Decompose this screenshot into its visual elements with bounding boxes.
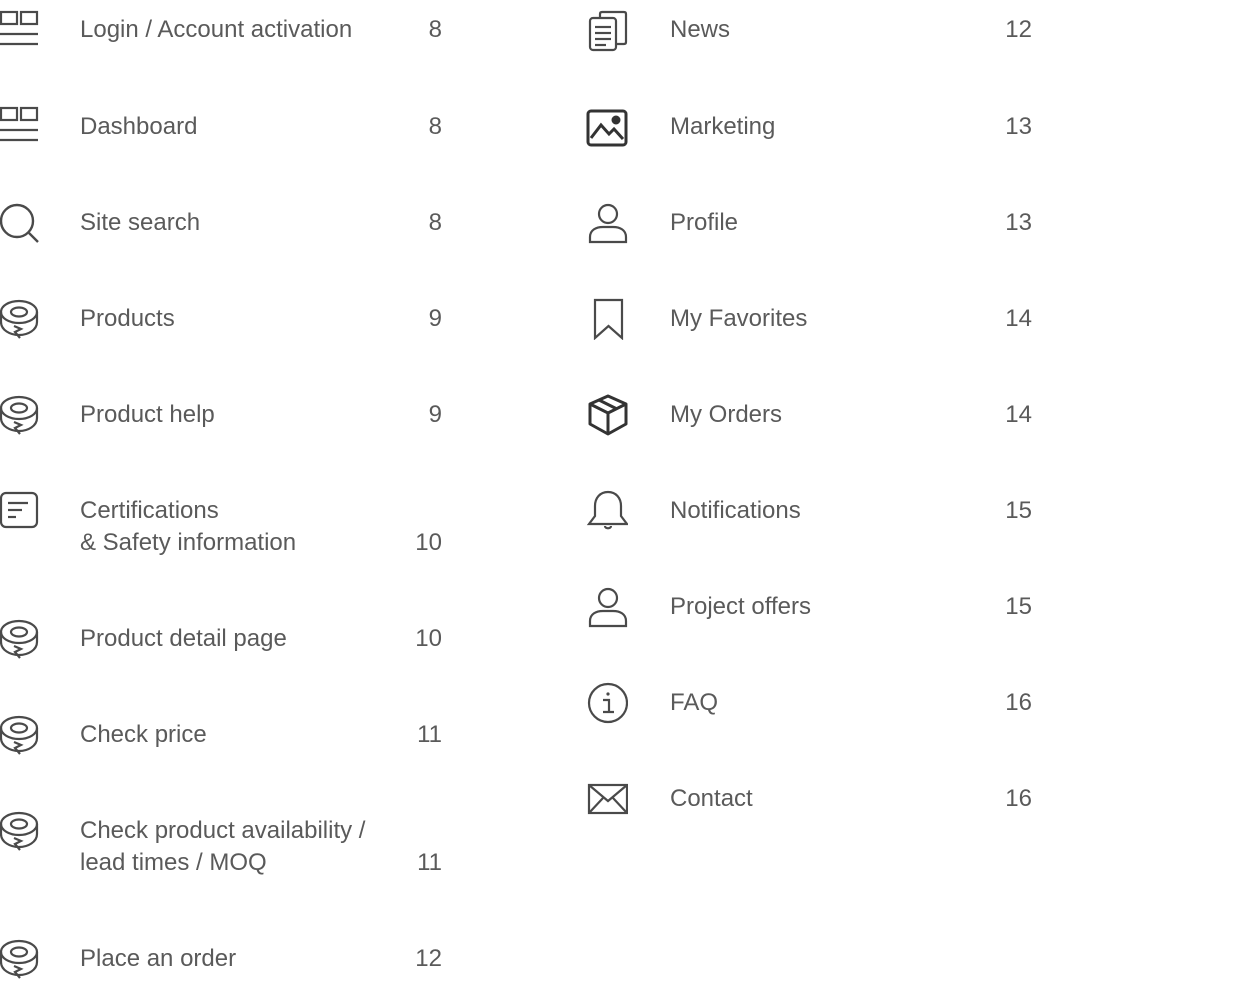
toc-entry-page: 15	[1005, 593, 1032, 620]
toc-entry-label-line2: lead times / MOQ	[80, 849, 267, 876]
toc-entry-label: Dashboard	[80, 113, 198, 140]
toc-entry-page: 16	[1005, 689, 1032, 716]
toc-entry-label: Marketing	[670, 113, 776, 140]
tape-roll-icon	[0, 298, 42, 340]
toc-entry-page: 8	[428, 16, 442, 43]
toc-entry-page: 15	[1005, 497, 1032, 524]
toc-entry-label: FAQ	[670, 689, 719, 716]
toc-entry-label: My Orders	[670, 401, 783, 428]
package-icon	[586, 394, 628, 436]
toc-entry-page: 14	[1005, 305, 1032, 332]
toc-entry-page: 8	[428, 209, 442, 236]
image-icon	[586, 106, 628, 148]
tape-roll-icon	[0, 618, 42, 660]
toc-entry-label: Profile	[670, 209, 739, 236]
toc-entry-page: 10	[415, 625, 442, 652]
tape-roll-icon	[0, 938, 42, 980]
toc-entry-page: 12	[1005, 16, 1032, 43]
search-icon	[0, 202, 42, 244]
toc-entry-page: 8	[428, 113, 442, 140]
toc-entry-label: Product detail page	[80, 625, 287, 652]
dashboard-icon	[0, 10, 42, 52]
dashboard-icon	[0, 106, 42, 148]
toc-entry-label: My Favorites	[670, 305, 808, 332]
toc-entry-page: 13	[1005, 113, 1032, 140]
toc-entry-label: Check price	[80, 721, 207, 748]
tape-roll-icon	[0, 810, 42, 852]
toc-entry-label: Site search	[80, 209, 201, 236]
toc-entry-page: 12	[415, 945, 442, 972]
toc-entry-page: 10	[415, 529, 442, 556]
toc-entry-label: Place an order	[80, 945, 237, 972]
toc-entry-label: Product help	[80, 401, 215, 428]
toc-entry-page: 11	[417, 721, 442, 748]
toc-entry-label-line2: & Safety information	[80, 529, 297, 556]
toc-entry-label: Check product availability /	[80, 817, 366, 844]
toc-entry-page: 13	[1005, 209, 1032, 236]
toc-entry-label: Project offers	[670, 593, 811, 620]
toc-entry-label: News	[670, 16, 731, 43]
tape-roll-icon	[0, 394, 42, 436]
toc-entry-page: 9	[428, 401, 442, 428]
toc-entry-page: 14	[1005, 401, 1032, 428]
toc-entry-page: 11	[417, 849, 442, 876]
user-icon	[586, 202, 628, 244]
toc-entry-label: Login / Account activation	[80, 16, 353, 43]
toc-entry-label: Contact	[670, 785, 753, 812]
toc-entry-label: Notifications	[670, 497, 801, 524]
user-icon	[586, 586, 628, 628]
news-icon	[586, 10, 628, 52]
tape-roll-icon	[0, 714, 42, 756]
bookmark-icon	[586, 298, 628, 340]
toc-entry-label: Certifications	[80, 497, 219, 524]
document-icon	[0, 490, 42, 532]
toc-entry-page: 9	[428, 305, 442, 332]
mail-icon	[586, 778, 628, 820]
bell-icon	[586, 490, 628, 532]
toc-entry-page: 16	[1005, 785, 1032, 812]
toc-entry-label: Products	[80, 305, 175, 332]
info-icon	[586, 682, 628, 724]
